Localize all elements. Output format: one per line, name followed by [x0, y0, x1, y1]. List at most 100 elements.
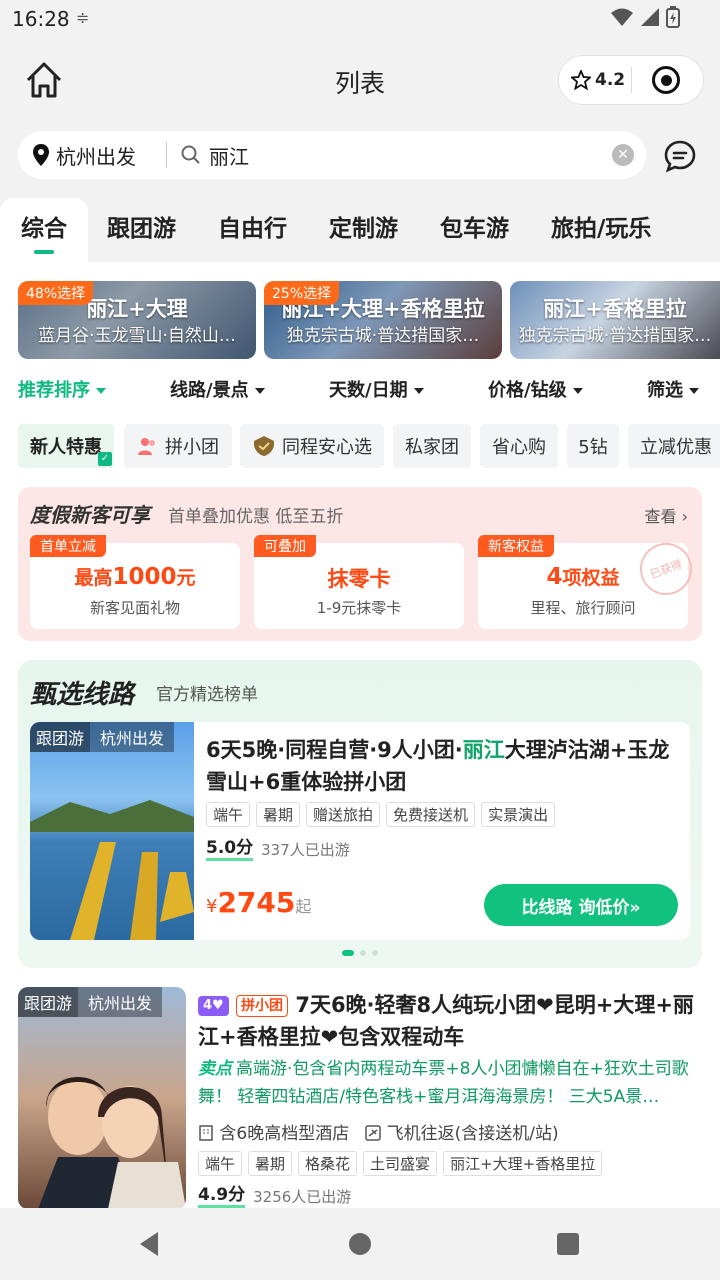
chip-safe-choice[interactable]: 同程安心选	[240, 424, 384, 468]
route-tag: 赠送旅拍	[306, 802, 381, 827]
route-list-item[interactable]: 跟团游 杭州出发 4♥ 拼小团 7天6晚·轻奢8人纯玩小团❤昆明+大理+丽江+香…	[18, 987, 702, 1209]
rating-button[interactable]: 4.2	[559, 70, 631, 90]
search-box[interactable]: 杭州出发 丽江 ✕	[18, 131, 646, 179]
route-photo: 跟团游 杭州出发	[18, 987, 186, 1209]
system-nav-bar	[0, 1208, 720, 1280]
promo-view-more[interactable]: 查看 ›	[645, 503, 689, 527]
sort-days-date[interactable]: 天数/日期	[329, 376, 424, 402]
route-name: 4♥ 拼小团 7天6晚·轻奢8人纯玩小团❤昆明+大理+丽江+香格里拉❤包含双程动…	[198, 993, 694, 1049]
status-icons	[610, 6, 680, 28]
hotel-feature: 含6晚高档型酒店	[198, 1119, 349, 1144]
battery-icon	[666, 6, 680, 28]
tab-free-travel[interactable]: 自由行	[218, 198, 287, 262]
promo-desc: 1-9元抹零卡	[316, 599, 402, 617]
promo-tag: 首单立减	[30, 535, 106, 557]
banner-badge: 48%选择	[18, 281, 94, 305]
sort-price-level[interactable]: 价格/钻级	[488, 376, 583, 402]
tab-all[interactable]: 综合	[0, 198, 88, 262]
carousel-dots	[18, 950, 702, 956]
chip-instant-discount[interactable]: 立减优惠	[628, 424, 720, 468]
route-tags: 端午 暑期 格桑花 土司盛宴 丽江+大理+香格里拉	[198, 1151, 603, 1176]
promo-subtitle: 首单叠加优惠 低至五折	[168, 507, 344, 527]
featured-route-card[interactable]: 跟团游 杭州出发 6天5晚·同程自营·9人小团·丽江大理泸沽湖+玉龙雪山+6重体…	[30, 722, 690, 940]
banner-badge: 25%选择	[264, 281, 340, 305]
route-tag: 端午	[198, 1151, 243, 1176]
promo-desc: 新客见面礼物	[89, 599, 180, 617]
sort-route-spot[interactable]: 线路/景点	[170, 376, 265, 402]
sort-filter[interactable]: 筛选	[647, 376, 699, 402]
level-badge: 4♥	[198, 996, 229, 1016]
home-nav-icon[interactable]	[348, 1232, 372, 1256]
star-icon	[571, 70, 591, 90]
chip-worry-free[interactable]: 省心购	[480, 424, 558, 468]
chip-group-buy[interactable]: 拼小团	[124, 424, 232, 468]
route-tag: 端午	[206, 802, 251, 827]
route-banner-1[interactable]: 48%选择 丽江+大理 蓝月谷·玉龙雪山·自然山…	[18, 281, 256, 359]
group-buy-badge: 拼小团	[236, 995, 289, 1017]
route-price: ¥2745起	[206, 886, 312, 919]
promo-value: 抹零卡	[327, 567, 391, 591]
category-tabs: 综合 跟团游 自由行 定制游 包车游 旅拍/玩乐	[0, 198, 720, 262]
compare-price-button[interactable]: 比线路 询低价»	[484, 884, 678, 926]
route-type-bar: 跟团游 杭州出发	[30, 722, 175, 752]
origin-label: 杭州出发	[56, 144, 136, 169]
banner-subtitle: 独克宗古城·普达措国家…	[518, 326, 712, 346]
recents-icon[interactable]	[556, 1232, 580, 1256]
route-tag: 暑期	[256, 802, 301, 827]
tab-charter-car[interactable]: 包车游	[440, 198, 509, 262]
chip-5-diamond[interactable]: 5钻	[567, 424, 619, 468]
status-bar: 16:28 ≑	[0, 0, 720, 36]
route-banner-2[interactable]: 25%选择 丽江+大理+香格里拉 独克宗古城·普达措国家…	[264, 281, 502, 359]
filter-chips: 新人特惠 ✓ 拼小团 同程安心选 私家团 省心购 5钻 立减优惠	[0, 424, 720, 470]
promo-tag: 新客权益	[478, 535, 554, 557]
tab-photo-fun[interactable]: 旅拍/玩乐	[551, 198, 651, 262]
search-query: 丽江	[209, 144, 249, 169]
route-origin: 杭州出发	[90, 722, 175, 752]
boats-illustration	[30, 800, 194, 940]
search-input[interactable]: 丽江	[167, 141, 612, 170]
route-stats: 5.0分 337人已出游	[206, 838, 350, 861]
route-tags: 端午 暑期 赠送旅拍 免费接送机 实景演出	[206, 802, 556, 827]
back-icon[interactable]	[136, 1230, 162, 1258]
promo-card-round-off[interactable]: 可叠加 抹零卡 1-9元抹零卡	[254, 535, 464, 629]
route-origin: 杭州出发	[78, 987, 163, 1017]
new-user-promo: 度假新客可享 首单叠加优惠 低至五折 查看 › 首单立减 最高1000元 新客见…	[18, 487, 702, 641]
plane-icon	[365, 1125, 381, 1141]
promo-card-first-order[interactable]: 首单立减 最高1000元 新客见面礼物	[30, 535, 240, 629]
location-pin-icon	[33, 144, 49, 166]
route-type: 跟团游	[30, 722, 91, 752]
chip-private-tour[interactable]: 私家团	[393, 424, 471, 468]
signal-settings-icon: ≑	[76, 8, 90, 27]
tab-group-tour[interactable]: 跟团游	[107, 198, 176, 262]
banner-title: 丽江+香格里拉	[543, 297, 687, 321]
rating-value: 4.2	[595, 70, 626, 90]
capsule-divider	[631, 67, 632, 93]
route-features: 含6晚高档型酒店 飞机往返(含接送机/站)	[198, 1119, 559, 1144]
route-photo: 跟团游 杭州出发	[30, 722, 194, 940]
sort-recommended[interactable]: 推荐排序	[18, 376, 106, 402]
promo-value: 最高1000元	[74, 564, 196, 590]
tab-custom-tour[interactable]: 定制游	[329, 198, 398, 262]
wifi-icon	[611, 8, 633, 26]
clear-icon[interactable]: ✕	[612, 144, 634, 166]
check-icon: ✓	[98, 452, 112, 466]
hotel-icon	[199, 1125, 213, 1141]
origin-selector[interactable]: 杭州出发	[18, 141, 166, 170]
route-score: 5.0分	[206, 838, 254, 861]
route-banner-3[interactable]: 丽江+香格里拉 独克宗古城·普达措国家…	[510, 281, 720, 359]
featured-subtitle: 官方精选榜单	[156, 685, 258, 705]
chip-new-user[interactable]: 新人特惠 ✓	[18, 424, 114, 468]
shield-icon	[254, 436, 274, 456]
people-icon	[138, 438, 155, 455]
featured-title: 甄选线路	[30, 680, 135, 710]
message-icon[interactable]	[662, 138, 698, 174]
close-miniapp-icon[interactable]	[652, 66, 680, 94]
search-bar: 杭州出发 丽江 ✕	[0, 124, 720, 198]
transport-feature: 飞机往返(含接送机/站)	[365, 1119, 559, 1144]
route-tag: 免费接送机	[386, 802, 476, 827]
route-tag: 丽江+大理+香格里拉	[443, 1151, 603, 1176]
featured-routes: 甄选线路 官方精选榜单 跟团游 杭州出发 6天5晚·同程自营·9人小团·丽江大理…	[18, 660, 702, 968]
route-type: 跟团游	[18, 987, 79, 1017]
search-icon	[181, 145, 200, 164]
mini-capsule: 4.2	[558, 55, 704, 105]
